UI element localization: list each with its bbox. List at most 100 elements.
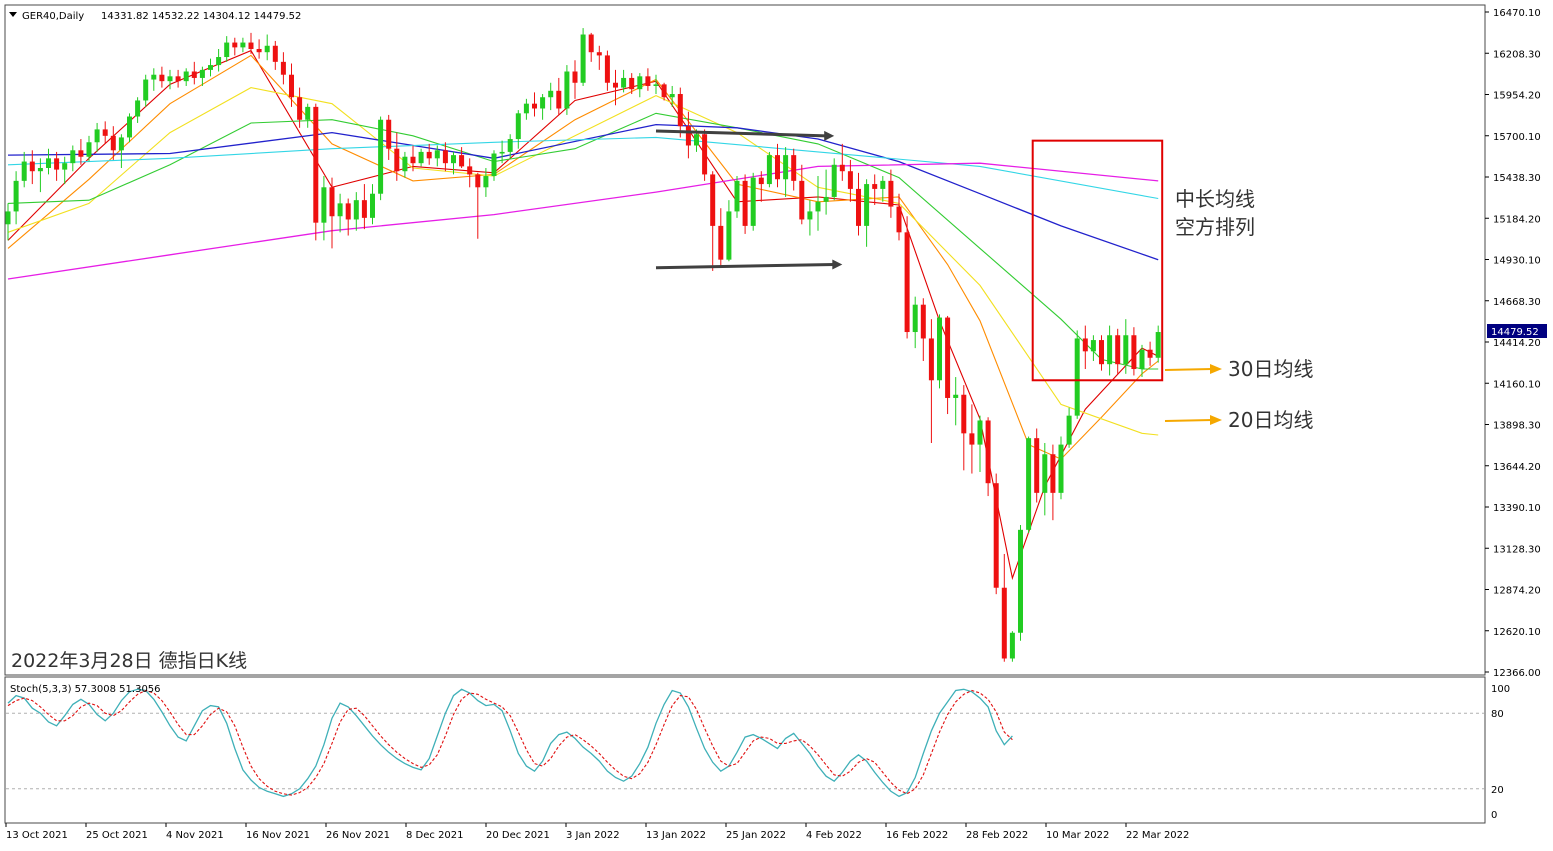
candle-bull [86,142,92,157]
date-axis-label: 25 Jan 2022 [726,830,786,841]
candle-bear [896,206,902,233]
candle-bear [847,171,853,189]
candle-bull [1107,335,1113,365]
candle-bull [216,57,222,66]
candle-bull [305,106,311,120]
stoch-panel[interactable] [4,676,1486,824]
date-axis-label: 25 Oct 2021 [86,830,148,841]
candle-bull [21,161,27,181]
candle-bull [70,150,76,164]
candle-bear [459,155,465,167]
price-axis-label: 14160.10 [1493,379,1541,390]
candle-bear [361,200,367,218]
candle-bull [491,153,497,177]
candle-bull [669,94,675,98]
candle-bull [483,176,489,188]
candle-bull [1026,438,1032,530]
candle-bull [135,100,141,117]
candle-bear [904,232,910,333]
candle-bear [993,483,999,588]
candle-bull [953,394,959,398]
candle-bull [370,193,375,218]
price-axis-label: 14930.10 [1493,256,1541,267]
candle-bull [734,180,740,212]
candle-bull [1074,338,1080,416]
candle-bear [1001,587,1007,659]
candle-bear [1147,349,1153,358]
candle-bull [564,71,570,109]
candle-bull [434,150,440,159]
candle-bull [1155,332,1161,358]
candle-bear [985,420,991,484]
candle-bull [807,211,813,220]
price-axis[interactable]: 16470.10 16208.30 15954.20 15700.10 15438.30… [1485,8,1541,679]
candle-bear [888,180,894,207]
price-axis-label: 12874.20 [1493,586,1541,597]
price-axis-label: 13644.20 [1493,462,1541,473]
candle-bear [345,203,351,220]
candle-bear [677,94,683,127]
price-axis-label: 12366.00 [1493,668,1541,679]
price-axis-label: 15954.20 [1493,91,1541,102]
candle-bull [1139,349,1145,370]
candle-bear [289,74,294,98]
ma20-pointer-line [1164,419,1213,422]
candle-bull [337,203,343,217]
price-axis-label: 14414.20 [1493,338,1541,349]
box-label-line1: 中长均线 [1175,187,1255,211]
candle-bull [783,155,789,180]
candle-bull [418,151,424,164]
price-axis-label: 14668.30 [1493,297,1541,308]
candle-bear [475,174,481,188]
box-label-line2: 空方排列 [1175,215,1255,239]
candle-bull [515,113,521,140]
candle-bear [394,148,400,172]
candle-bear [191,71,197,78]
candle-bull [353,200,359,220]
candle-bull [240,42,246,48]
candle-bull [37,167,43,172]
candle-bull [580,34,586,83]
main-chart-panel[interactable] [4,4,1486,676]
candle-bull [912,304,918,333]
chart-caption: 2022年3月28日 德指日K线 [11,650,247,672]
candle-bull [823,196,829,202]
candle-bear [572,71,578,83]
candle-bull [750,177,756,226]
candle-bear [791,155,797,181]
candle-bull [621,77,627,88]
candle-bear [313,106,319,223]
price-axis-label: 12620.10 [1493,627,1541,638]
candle-bull [864,184,870,226]
date-axis-label: 4 Feb 2022 [806,830,862,841]
price-axis-label: 15184.20 [1493,214,1541,225]
candle-bull [13,180,19,212]
date-axis-label: 4 Nov 2021 [166,830,224,841]
symbol-label: GER40,Daily [22,11,84,22]
candle-bull [208,65,213,70]
date-axis-label: 16 Nov 2021 [246,830,310,841]
date-axis-label: 26 Nov 2021 [326,830,390,841]
price-axis-label: 16208.30 [1493,49,1541,60]
stoch-axis-label: 0 [1491,810,1497,821]
candle-bear [1131,335,1137,370]
date-axis[interactable]: 13 Oct 2021 25 Oct 2021 4 Nov 2021 16 Nov 2… [5,823,1189,841]
candle-bear [426,151,432,159]
candle-bull [726,211,732,260]
candle-bull [46,158,51,168]
candle-bull [499,151,505,154]
candle-bear [758,177,764,185]
candle-bull [5,211,11,225]
date-axis-label: 8 Dec 2021 [406,830,464,841]
candle-bull [523,103,529,114]
candle-bear [159,74,165,82]
date-axis-label: 10 Mar 2022 [1046,830,1109,841]
candle-bear [718,225,724,260]
candle-bull [264,45,270,53]
candle-bear [1050,454,1056,493]
candle-bull [1009,632,1015,659]
candle-bull [1066,415,1072,445]
candle-bull [653,84,659,86]
price-axis-label: 15700.10 [1493,132,1541,143]
current-price-marker: 14479.52 [1487,324,1547,338]
